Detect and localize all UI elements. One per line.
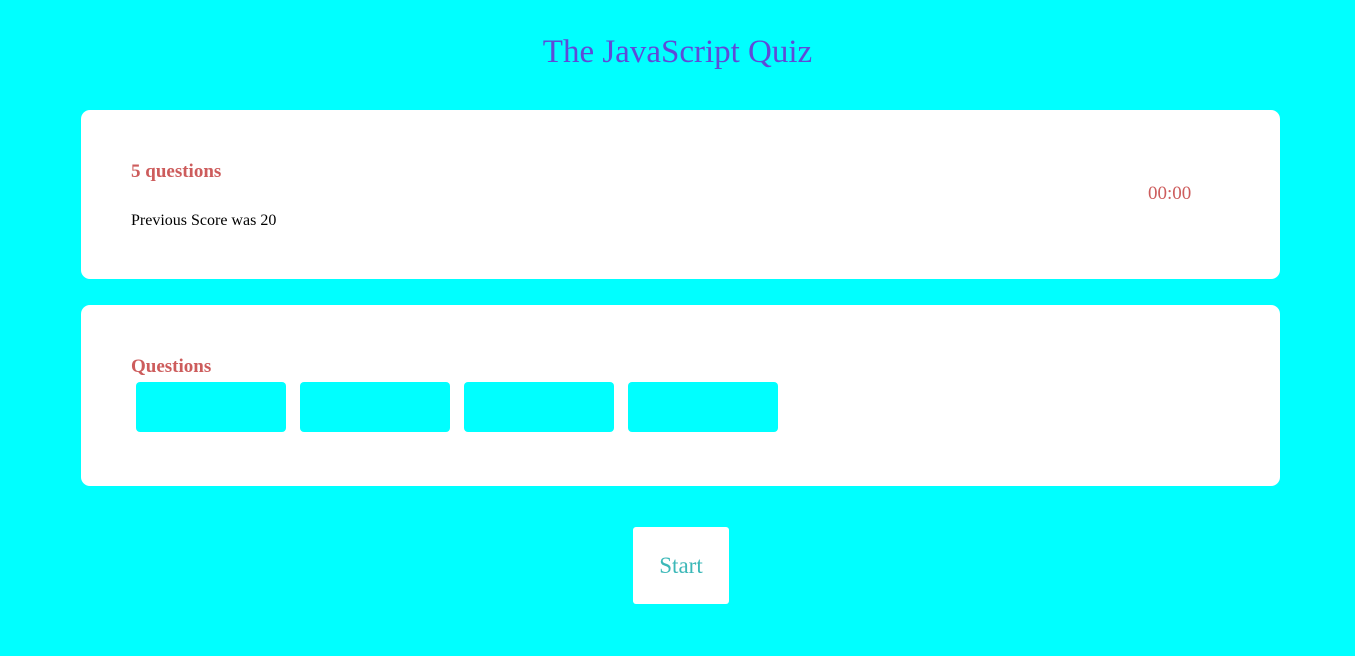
question-button-4[interactable] [628, 382, 778, 432]
page-title: The JavaScript Quiz [542, 34, 813, 70]
questions-card: Questions [81, 305, 1280, 486]
questions-label: Questions [131, 356, 212, 377]
question-button-2[interactable] [300, 382, 450, 432]
start-button[interactable]: Start [633, 527, 729, 604]
question-button-3[interactable] [464, 382, 614, 432]
question-count: 5 questions [131, 161, 222, 182]
question-button-1[interactable] [136, 382, 286, 432]
previous-score: Previous Score was 20 [131, 212, 277, 229]
quiz-info-card: 5 questions Previous Score was 20 00:00 [81, 110, 1280, 279]
quiz-timer: 00:00 [1148, 183, 1192, 204]
